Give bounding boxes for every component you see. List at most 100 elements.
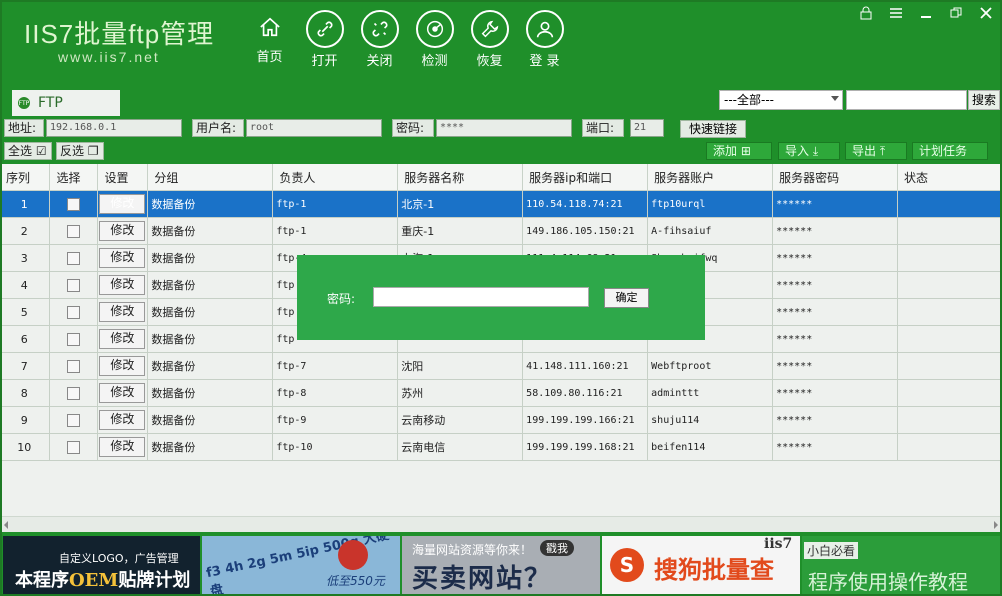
row-edit-cell: 修改 [97, 298, 149, 326]
address-field[interactable]: 192.168.0.1 [46, 119, 182, 137]
row-edit-button[interactable]: 修改 [99, 275, 146, 295]
row-edit-button[interactable]: 修改 [99, 194, 146, 214]
table-row[interactable]: 1 修改 数据备份 ftp-1 北京-1 110.54.118.74:21 ftp10urq… [0, 190, 1002, 218]
table-row[interactable]: 2 修改 数据备份 ftp-1 重庆-1 149.186.105.150:21 A-fihs… [0, 217, 1002, 245]
table-row[interactable]: 7 修改 数据备份 ftp-7 沈阳 41.148.111.160:21 Webftproo… [0, 352, 1002, 380]
banner-tutorial-tag: 小白必看 [804, 542, 859, 559]
row-status-cell [897, 379, 1002, 407]
nav-home-button[interactable]: 首页 [242, 10, 297, 69]
banner-tutorial[interactable]: 小白必看 程序使用操作教程 [802, 536, 1000, 594]
row-edit-button[interactable]: 修改 [99, 383, 146, 403]
column-header[interactable]: 设置 [97, 164, 149, 191]
restore-icon[interactable] [948, 6, 964, 23]
row-checkbox-cell [49, 271, 99, 299]
menu-icon[interactable] [888, 6, 904, 23]
banner-oem[interactable]: 自定义LOGO，广告管理 本程序OEM贴牌计划 [3, 536, 200, 594]
row-ip-cell: 41.148.111.160:21 [522, 352, 649, 380]
schedule-task-button[interactable]: 计划任务 [912, 142, 988, 160]
row-checkbox[interactable] [66, 251, 80, 265]
row-checkbox[interactable] [66, 413, 80, 427]
import-button[interactable]: 导入 ⤓ [778, 142, 840, 160]
port-field[interactable]: 21 [630, 119, 664, 137]
column-header[interactable]: 服务器密码 [772, 164, 898, 191]
row-edit-button[interactable]: 修改 [99, 221, 146, 241]
row-checkbox[interactable] [66, 197, 80, 211]
horizontal-scrollbar[interactable] [0, 516, 1002, 533]
row-account-cell: shuju114 [647, 406, 774, 434]
lock-icon[interactable] [858, 6, 874, 23]
row-password-cell: ****** [772, 271, 898, 299]
row-edit-button[interactable]: 修改 [99, 248, 146, 268]
row-checkbox-cell [49, 298, 99, 326]
banner-hosting[interactable]: f3 4h 2g 5m 5ip 500g 大硬盘 低至550元 [202, 536, 400, 594]
wrench-icon [470, 10, 509, 48]
row-status-cell [897, 406, 1002, 434]
column-header[interactable]: 选择 [49, 164, 99, 191]
scroll-left-icon[interactable] [4, 521, 8, 529]
nav-restore-button[interactable]: 恢复 [462, 10, 517, 69]
password-field[interactable]: **** [436, 119, 572, 137]
column-header[interactable]: 服务器账户 [647, 164, 774, 191]
invert-selection-button[interactable]: 反选 ❐ [56, 142, 104, 160]
banner-oem-highlight: OEM [69, 570, 119, 591]
dialog-password-input[interactable] [373, 287, 589, 307]
row-edit-button[interactable]: 修改 [99, 437, 146, 457]
nav-open-label: 打开 [311, 54, 338, 69]
column-header[interactable]: 分组 [147, 164, 274, 191]
row-checkbox[interactable] [66, 332, 80, 346]
row-checkbox[interactable] [66, 386, 80, 400]
row-password-cell: ****** [772, 217, 898, 245]
column-header[interactable]: 状态 [897, 164, 1002, 191]
nav-detect-button[interactable]: 检测 [407, 10, 462, 69]
chevron-down-icon [831, 96, 839, 101]
row-account-cell: beifen114 [647, 433, 774, 461]
scroll-right-icon[interactable] [994, 521, 998, 529]
banner-site-trade-top: 海量网站资源等你来！ [412, 543, 533, 557]
export-button[interactable]: 导出 ⤒ [845, 142, 907, 160]
search-input[interactable] [846, 90, 967, 110]
table-row[interactable]: 9 修改 数据备份 ftp-9 云南移动 199.199.199.166:21 shuju1… [0, 406, 1002, 434]
banner-site-trade[interactable]: 海量网站资源等你来！ 戳我 买卖网站？ [402, 536, 600, 594]
username-field[interactable]: root [246, 119, 382, 137]
column-header[interactable]: 序列 [0, 164, 51, 191]
nav-login-button[interactable]: 登 录 [517, 10, 572, 69]
row-edit-button[interactable]: 修改 [99, 302, 146, 322]
row-checkbox[interactable] [66, 278, 80, 292]
app-title: IIS7批量ftp管理 [24, 19, 215, 49]
nav-close-button[interactable]: 关闭 [352, 10, 407, 69]
row-checkbox-cell [49, 190, 99, 218]
row-name-cell: 云南电信 [397, 433, 524, 461]
add-button[interactable]: 添加 ⊞ [706, 142, 772, 160]
row-edit-button[interactable]: 修改 [99, 329, 146, 349]
column-header[interactable]: 服务器ip和端口 [522, 164, 649, 191]
group-filter-value: ---全部--- [724, 93, 774, 107]
table-row[interactable]: 10 修改 数据备份 ftp-10 云南电信 199.199.199.168:21 beif… [0, 433, 1002, 461]
row-owner-cell: ftp-10 [272, 433, 399, 461]
row-checkbox[interactable] [66, 305, 80, 319]
row-checkbox[interactable] [66, 440, 80, 454]
column-header[interactable]: 服务器名称 [397, 164, 524, 191]
search-button[interactable]: 搜索 [968, 90, 1000, 110]
dialog-password-label: 密码: [327, 292, 356, 306]
dialog-confirm-button[interactable]: 确定 [604, 288, 649, 308]
select-all-button[interactable]: 全选 ☑ [4, 142, 52, 160]
server-table: 序列 选择 设置 分组 负责人 服务器名称 服务器ip和端口 服务器账户 服务器… [0, 164, 1002, 516]
import-label: 导入 [785, 144, 810, 158]
row-group-cell: 数据备份 [147, 298, 274, 326]
nav-detect-label: 检测 [421, 54, 448, 69]
row-name-cell: 沈阳 [397, 352, 524, 380]
tab-ftp[interactable]: FTP FTP [12, 90, 120, 116]
row-edit-button[interactable]: 修改 [99, 410, 146, 430]
row-checkbox[interactable] [66, 359, 80, 373]
nav-open-button[interactable]: 打开 [297, 10, 352, 69]
minimize-icon[interactable] [918, 6, 934, 23]
row-edit-cell: 修改 [97, 433, 149, 461]
banner-sogou[interactable]: S 搜狗批量查 iis7 [602, 536, 800, 594]
table-row[interactable]: 8 修改 数据备份 ftp-8 苏州 58.109.80.116:21 adminttt **… [0, 379, 1002, 407]
group-filter-select[interactable]: ---全部--- [719, 90, 843, 110]
row-edit-button[interactable]: 修改 [99, 356, 146, 376]
row-checkbox[interactable] [66, 224, 80, 238]
close-icon[interactable] [978, 6, 994, 23]
quick-connect-button[interactable]: 快速链接 [680, 120, 746, 138]
column-header[interactable]: 负责人 [272, 164, 399, 191]
